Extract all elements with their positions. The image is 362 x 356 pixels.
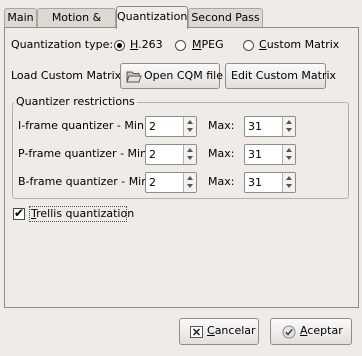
spin-up-icon[interactable] bbox=[187, 148, 193, 152]
open-cqm-button[interactable]: Open CQM file bbox=[120, 63, 223, 89]
checkmark-icon: ✔ bbox=[14, 206, 25, 220]
tab-motion-misc[interactable]: Motion & Misc bbox=[37, 8, 116, 42]
pframe-max-label: Max: bbox=[208, 147, 235, 160]
spin-up-icon[interactable] bbox=[187, 176, 193, 180]
pframe-min-spinner[interactable]: 2 bbox=[145, 144, 197, 165]
cancel-icon bbox=[190, 326, 203, 338]
spin-down-icon[interactable] bbox=[187, 156, 193, 160]
radio-mpeg-label[interactable]: MPEG bbox=[192, 38, 224, 51]
radio-h263[interactable] bbox=[114, 40, 125, 51]
bframe-min-label: B-frame quantizer - Min: bbox=[18, 175, 152, 188]
trellis-checkbox[interactable]: ✔ bbox=[13, 206, 25, 220]
iframe-min-spinner[interactable]: 2 bbox=[145, 116, 197, 137]
spin-up-icon[interactable] bbox=[286, 148, 292, 152]
iframe-min-label: I-frame quantizer - Min: bbox=[18, 119, 148, 132]
spin-up-icon[interactable] bbox=[286, 176, 292, 180]
radio-custom-matrix[interactable] bbox=[243, 40, 254, 51]
quant-type-label: Quantization type: bbox=[11, 38, 114, 51]
spin-down-icon[interactable] bbox=[286, 184, 292, 188]
spinner-arrows[interactable] bbox=[282, 145, 295, 164]
pframe-min-label: P-frame quantizer - Min: bbox=[18, 147, 151, 160]
tab-quantization[interactable]: Quantization bbox=[116, 6, 188, 29]
iframe-max-spinner[interactable]: 31 bbox=[244, 116, 296, 137]
spinner-arrows[interactable] bbox=[183, 173, 196, 192]
spin-up-icon[interactable] bbox=[187, 120, 193, 124]
spin-down-icon[interactable] bbox=[187, 184, 193, 188]
spinner-arrows[interactable] bbox=[183, 117, 196, 136]
edit-custom-matrix-button[interactable]: Edit Custom Matrix bbox=[225, 63, 336, 89]
radio-h263-label[interactable]: H.263 bbox=[130, 38, 163, 51]
folder-open-icon bbox=[126, 71, 142, 83]
iframe-max-label: Max: bbox=[208, 119, 235, 132]
pframe-max-spinner[interactable]: 31 bbox=[244, 144, 296, 165]
checkmark-circle-icon bbox=[282, 325, 296, 339]
accept-button[interactable]: Aceptar bbox=[270, 318, 352, 345]
cancel-button[interactable]: Cancelar bbox=[179, 318, 259, 345]
spinner-arrows[interactable] bbox=[183, 145, 196, 164]
radio-custom-matrix-label[interactable]: Custom Matrix bbox=[259, 38, 339, 51]
quantizer-restrictions-title: Quantizer restrictions bbox=[14, 95, 137, 108]
spin-up-icon[interactable] bbox=[286, 120, 292, 124]
spin-down-icon[interactable] bbox=[286, 128, 292, 132]
spin-down-icon[interactable] bbox=[286, 156, 292, 160]
load-matrix-label: Load Custom Matrix: bbox=[11, 69, 125, 82]
bframe-max-spinner[interactable]: 31 bbox=[244, 172, 296, 193]
tab-second-pass[interactable]: Second Pass bbox=[188, 8, 263, 27]
spin-down-icon[interactable] bbox=[187, 128, 193, 132]
spinner-arrows[interactable] bbox=[282, 117, 295, 136]
trellis-label[interactable]: Trellis quantization bbox=[31, 207, 134, 220]
spinner-arrows[interactable] bbox=[282, 173, 295, 192]
bframe-min-spinner[interactable]: 2 bbox=[145, 172, 197, 193]
radio-mpeg[interactable] bbox=[175, 40, 186, 51]
tab-main[interactable]: Main bbox=[4, 8, 37, 27]
bframe-max-label: Max: bbox=[208, 175, 235, 188]
